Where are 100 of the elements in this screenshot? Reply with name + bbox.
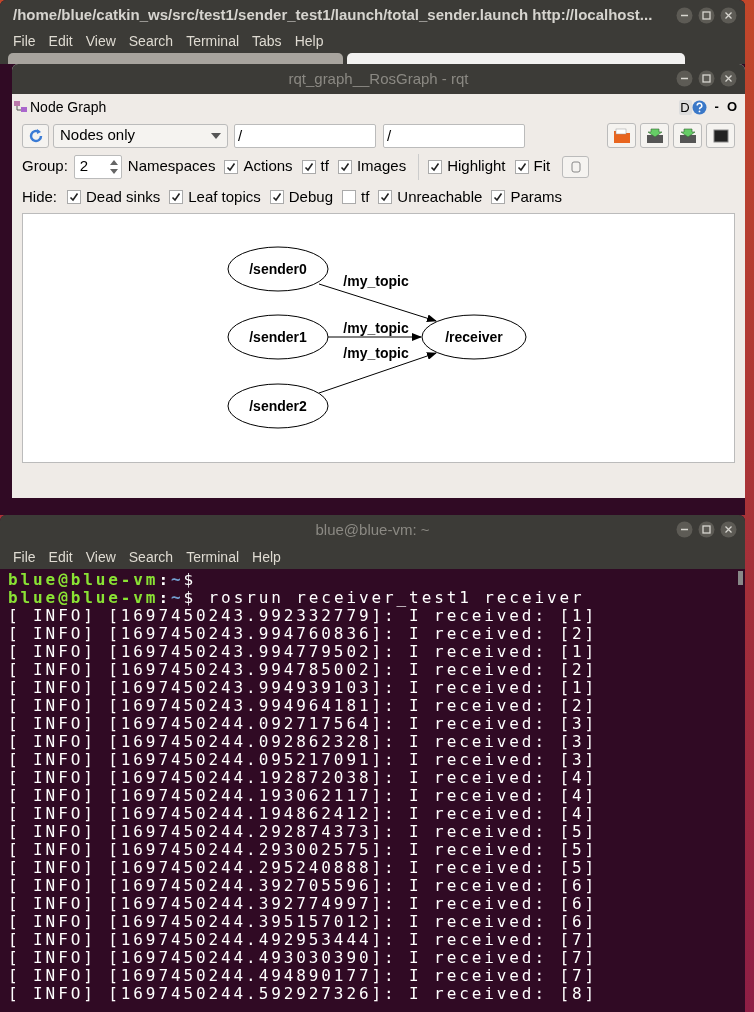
save-icon [678, 127, 697, 144]
menu-item[interactable]: File [13, 30, 36, 52]
maximize-icon[interactable] [698, 70, 715, 87]
window-title: /home/blue/catkin_ws/src/test1/sender_test1/launch/total_sender.launch http://localhost... [13, 4, 654, 25]
minimize-icon[interactable] [676, 521, 693, 538]
close-icon[interactable] [720, 70, 737, 87]
checkbox[interactable] [378, 190, 393, 204]
log-line: [ INFO] [1697450244.492953444]: I received: [7] [8, 931, 599, 949]
namespaces-label: Namespaces [127, 156, 216, 177]
minimize-icon[interactable] [676, 6, 693, 24]
node-filter-field[interactable]: / [234, 123, 376, 148]
checkbox[interactable] [491, 190, 506, 204]
screen-icon [711, 127, 730, 144]
save-icon [645, 127, 664, 144]
plugin-control[interactable]: O [726, 97, 737, 117]
menu-item[interactable]: Edit [48, 30, 73, 52]
graph-node[interactable]: /sender2 [227, 383, 329, 429]
prompt-line: blue@blue-vm:~$ [8, 571, 198, 589]
edge-label: /my_topic [343, 320, 409, 336]
checkbox-label: tf [361, 186, 370, 207]
screenshot-button[interactable] [706, 123, 735, 148]
maximize-icon[interactable] [698, 6, 715, 24]
help-icon[interactable] [691, 99, 707, 115]
menu-item[interactable]: Tabs [252, 30, 282, 52]
log-line: [ INFO] [1697450243.994964181]: I received: [2] [8, 697, 599, 715]
plugin-title: Node Graph [30, 97, 108, 117]
checkbox[interactable] [342, 190, 356, 204]
caret-icon [211, 132, 221, 139]
log-line: [ INFO] [1697450244.092862328]: I received: [3] [8, 733, 599, 751]
log-line: [ INFO] [1697450244.592927326]: I received: [8] [8, 985, 599, 1003]
menu-item[interactable]: View [85, 30, 116, 52]
checkbox[interactable] [428, 159, 443, 174]
menu-item[interactable]: View [85, 546, 116, 568]
group-spinbox[interactable]: 2 [73, 154, 122, 179]
group-label: Group: [22, 156, 68, 177]
checkbox[interactable] [224, 159, 239, 174]
graph-node[interactable]: /sender0 [227, 246, 329, 292]
close-icon[interactable] [720, 6, 737, 24]
log-line: [ INFO] [1697450244.193062117]: I received: [4] [8, 787, 599, 805]
log-line: [ INFO] [1697450244.092717564]: I received: [3] [8, 715, 599, 733]
log-line: [ INFO] [1697450244.095217091]: I received: [3] [8, 751, 599, 769]
log-line: [ INFO] [1697450244.192872038]: I received: [4] [8, 769, 599, 787]
checkbox-label: Actions [243, 156, 293, 177]
refresh-icon [27, 127, 44, 144]
log-line: [ INFO] [1697450244.493030390]: I received: [7] [8, 949, 599, 967]
checkbox-label: Images [356, 156, 407, 177]
window-title: rqt_graph__RosGraph - rqt [288, 68, 469, 89]
log-line: [ INFO] [1697450244.392774997]: I received: [6] [8, 895, 599, 913]
dock-button[interactable]: D [678, 99, 692, 115]
refresh-button[interactable] [22, 123, 49, 148]
edge-label: /my_topic [343, 345, 409, 361]
minimize-icon[interactable] [676, 70, 693, 87]
checkbox-label: Params [510, 186, 563, 207]
checkbox[interactable] [301, 159, 316, 174]
edge-label: /my_topic [343, 273, 409, 289]
log-line: [ INFO] [1697450244.292874373]: I received: [5] [8, 823, 599, 841]
checkbox[interactable] [67, 190, 82, 204]
window-title: blue@blue-vm: ~ [315, 519, 430, 540]
log-line: [ INFO] [1697450244.194862412]: I received: [4] [8, 805, 599, 823]
menu-item[interactable]: Search [128, 30, 174, 52]
menu-item[interactable]: Terminal [186, 546, 240, 568]
topic-filter-field[interactable]: / [383, 123, 525, 148]
graph-node[interactable]: /sender1 [227, 314, 329, 360]
save-button[interactable] [673, 123, 702, 148]
log-line: [ INFO] [1697450244.293002575]: I received: [5] [8, 841, 599, 859]
log-line: [ INFO] [1697450244.295240888]: I received: [5] [8, 859, 599, 877]
mode-dropdown[interactable]: Nodes only [53, 123, 228, 148]
menu-item[interactable]: Search [128, 546, 174, 568]
checkbox-label: Debug [288, 186, 333, 207]
log-line: [ INFO] [1697450243.994779502]: I received: [1] [8, 643, 599, 661]
menu-item[interactable]: Edit [48, 546, 73, 568]
menu-item[interactable]: Terminal [186, 30, 240, 52]
log-line: [ INFO] [1697450243.992332779]: I received: [1] [8, 607, 599, 625]
checkbox-label: Unreachable [397, 186, 483, 207]
menu-item[interactable]: File [13, 546, 36, 568]
log-line: [ INFO] [1697450244.392705596]: I received: [6] [8, 877, 599, 895]
save-button[interactable] [640, 123, 669, 148]
hide-label: Hide: [22, 186, 58, 207]
menu-item[interactable]: Help [252, 546, 281, 568]
log-line: [ INFO] [1697450243.994939103]: I received: [1] [8, 679, 599, 697]
menu-item[interactable]: Help [294, 30, 324, 52]
checkbox-label: Fit [533, 156, 551, 177]
plugin-control[interactable]: - [714, 97, 719, 117]
checkbox[interactable] [169, 190, 184, 204]
checkbox-label: Dead sinks [86, 186, 161, 207]
page-icon [570, 160, 581, 173]
graph-node[interactable]: /receiver [421, 314, 527, 360]
checkbox-label: tf [320, 156, 329, 177]
scrollbar-thumb[interactable] [738, 571, 743, 585]
close-icon[interactable] [720, 521, 737, 538]
graph-plugin-icon [13, 100, 29, 114]
maximize-icon[interactable] [698, 521, 715, 538]
checkbox-label: Highlight [447, 156, 506, 177]
checkbox[interactable] [337, 159, 352, 174]
open-button[interactable] [607, 123, 636, 148]
prompt-line: blue@blue-vm:~$ rosrun receiver_test1 receiver [8, 589, 586, 607]
checkbox[interactable] [514, 159, 529, 174]
checkbox-label: Leaf topics [188, 186, 261, 207]
log-line: [ INFO] [1697450244.494890177]: I received: [7] [8, 967, 599, 985]
checkbox[interactable] [269, 190, 284, 204]
